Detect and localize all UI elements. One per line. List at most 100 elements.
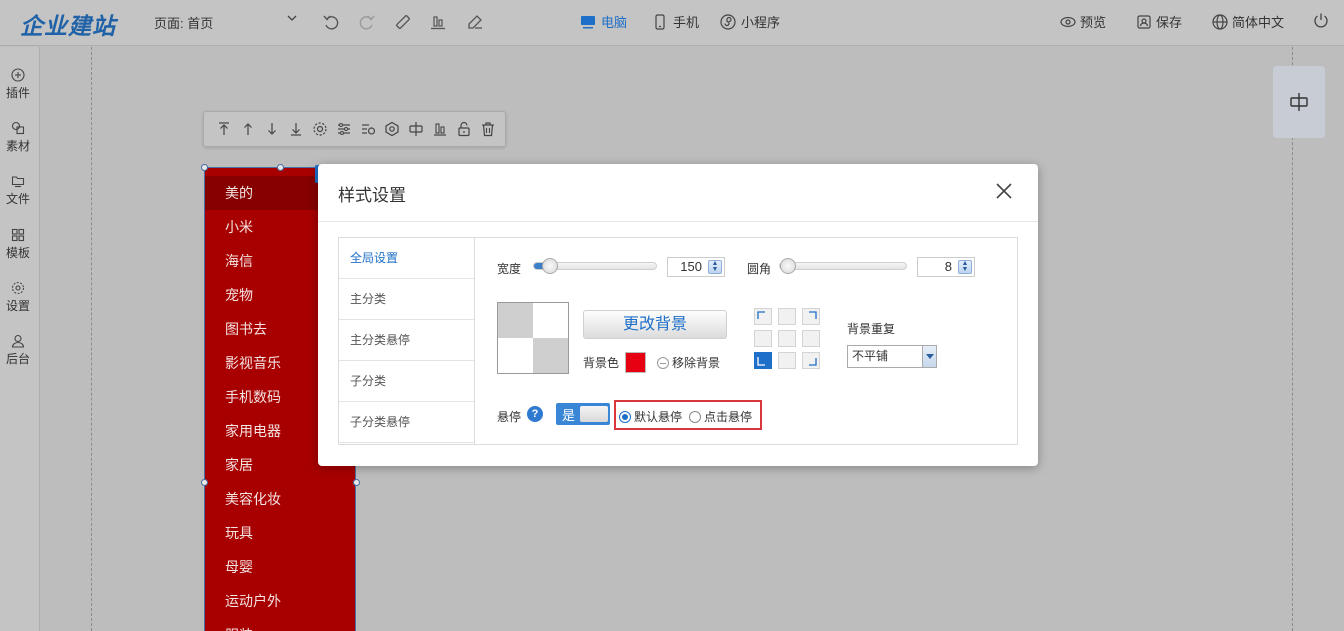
toggle-knob[interactable] <box>580 406 608 422</box>
width-slider[interactable] <box>533 258 657 274</box>
width-stepper[interactable]: 150 ▲ ▼ <box>667 257 725 277</box>
chevron-down-icon[interactable] <box>922 346 936 367</box>
move-tool-button[interactable] <box>1273 66 1325 138</box>
tab-sub-category-hover[interactable]: 子分类悬停 <box>339 402 474 443</box>
position-middle-left[interactable] <box>754 330 772 347</box>
sidebar-item-label: 模板 <box>5 246 30 260</box>
sidebar-item-plugins[interactable]: 插件 <box>0 68 36 101</box>
ruler-icon[interactable] <box>392 11 414 33</box>
sidebar-item-label: 文件 <box>5 192 30 206</box>
radius-label: 圆角 <box>747 262 772 276</box>
radio-button[interactable] <box>689 410 701 423</box>
center-align-icon[interactable] <box>406 120 425 139</box>
hexagon-settings-icon[interactable] <box>382 120 401 139</box>
tab-sub-category[interactable]: 子分类 <box>339 361 474 402</box>
unlock-icon[interactable] <box>454 120 473 139</box>
stepper-arrows-icon[interactable]: ▲ ▼ <box>958 260 972 274</box>
chevron-down-icon[interactable] <box>286 12 298 27</box>
radio-button[interactable] <box>619 410 631 423</box>
undo-icon[interactable] <box>320 11 342 33</box>
divider <box>318 221 1038 222</box>
category-item[interactable]: 玩具 <box>205 516 355 550</box>
sidebar-item-templates[interactable]: 模板 <box>0 228 36 261</box>
preview-button[interactable]: 预览 <box>1060 12 1106 31</box>
background-position-grid <box>754 308 826 370</box>
position-bottom-right[interactable] <box>802 352 820 369</box>
sidebar-item-label: 设置 <box>5 299 30 313</box>
sidebar-item-label: 素材 <box>5 139 30 153</box>
move-up-icon[interactable] <box>238 120 257 139</box>
background-color-swatch[interactable] <box>625 352 646 373</box>
save-icon <box>1137 14 1151 29</box>
close-icon[interactable] <box>994 181 1014 201</box>
remove-background-button[interactable]: 移除背景 <box>657 354 720 371</box>
position-bottom-left[interactable] <box>754 352 772 369</box>
animation-icon[interactable] <box>358 120 377 139</box>
toggle-label: 是 <box>562 408 576 423</box>
width-slider-knob[interactable] <box>542 258 558 274</box>
background-repeat-select[interactable]: 不平铺 <box>847 345 937 368</box>
tab-main-category[interactable]: 主分类 <box>339 279 474 320</box>
position-top-left[interactable] <box>754 308 772 325</box>
language-button[interactable]: 简体中文 <box>1212 12 1284 31</box>
position-top-right[interactable] <box>802 308 820 325</box>
move-to-top-icon[interactable] <box>214 120 233 139</box>
gear-icon <box>11 281 25 295</box>
sidebar-item-backend[interactable]: 后台 <box>0 334 36 367</box>
hover-mode-group: 默认悬停 点击悬停 <box>614 400 762 430</box>
move-down-icon[interactable] <box>262 120 281 139</box>
radius-slider[interactable] <box>779 258 907 274</box>
redo-icon[interactable] <box>356 11 378 33</box>
globe-icon <box>1212 13 1228 30</box>
page-select[interactable]: 页面: 首页 <box>154 13 213 32</box>
device-phone-label: 手机 <box>673 15 700 30</box>
category-item[interactable]: 美容化妆 <box>205 482 355 516</box>
delete-icon[interactable] <box>478 120 497 139</box>
width-label: 宽度 <box>497 262 522 276</box>
style-settings-icon[interactable] <box>310 120 329 139</box>
stepper-arrows-icon[interactable]: ▲ ▼ <box>708 260 722 274</box>
radio-click-hover[interactable]: 点击悬停 <box>689 408 752 425</box>
radius-slider-knob[interactable] <box>780 258 796 274</box>
adjust-icon[interactable] <box>334 120 353 139</box>
device-desktop[interactable]: 电脑 <box>580 12 627 31</box>
power-button[interactable] <box>1313 12 1329 28</box>
device-mini-program[interactable]: 小程序 <box>720 12 780 31</box>
position-bottom-center[interactable] <box>778 352 796 369</box>
device-phone[interactable]: 手机 <box>652 12 699 31</box>
category-item[interactable]: 服装 <box>205 618 355 631</box>
radius-stepper[interactable]: 8 ▲ ▼ <box>917 257 975 277</box>
page-label: 页面: <box>154 16 184 31</box>
preview-label: 预览 <box>1080 15 1107 30</box>
sidebar-item-settings[interactable]: 设置 <box>0 281 36 314</box>
monitor-icon <box>581 15 595 28</box>
eye-icon <box>1060 16 1076 27</box>
move-to-bottom-icon[interactable] <box>286 120 305 139</box>
position-middle-right[interactable] <box>802 330 820 347</box>
hover-toggle[interactable]: 是 <box>556 403 610 425</box>
sidebar-item-files[interactable]: 文件 <box>0 174 36 207</box>
language-label: 简体中文 <box>1232 15 1285 30</box>
position-top-center[interactable] <box>778 308 796 325</box>
change-background-button[interactable]: 更改背景 <box>583 310 727 339</box>
tab-main-category-hover[interactable]: 主分类悬停 <box>339 320 474 361</box>
resize-handle[interactable] <box>201 164 208 171</box>
plus-circle-icon <box>11 68 25 82</box>
align-bottom-icon[interactable] <box>427 11 449 33</box>
resize-handle[interactable] <box>201 479 208 486</box>
remove-background-label: 移除背景 <box>672 356 721 370</box>
resize-handle[interactable] <box>277 164 284 171</box>
position-center[interactable] <box>778 330 796 347</box>
tab-global[interactable]: 全局设置 <box>339 238 474 279</box>
category-item[interactable]: 母婴 <box>205 550 355 584</box>
help-icon[interactable]: ? <box>527 406 543 422</box>
device-desktop-label: 电脑 <box>601 15 628 30</box>
resize-handle[interactable] <box>353 479 360 486</box>
sidebar-item-materials[interactable]: 素材 <box>0 121 36 154</box>
category-item[interactable]: 运动户外 <box>205 584 355 618</box>
settings-tabs: 全局设置 主分类 主分类悬停 子分类 子分类悬停 <box>339 238 475 444</box>
align-bottom-icon[interactable] <box>430 120 449 139</box>
edit-icon[interactable] <box>464 11 486 33</box>
radio-default-hover[interactable]: 默认悬停 <box>619 408 682 425</box>
save-button[interactable]: 保存 <box>1136 12 1182 31</box>
